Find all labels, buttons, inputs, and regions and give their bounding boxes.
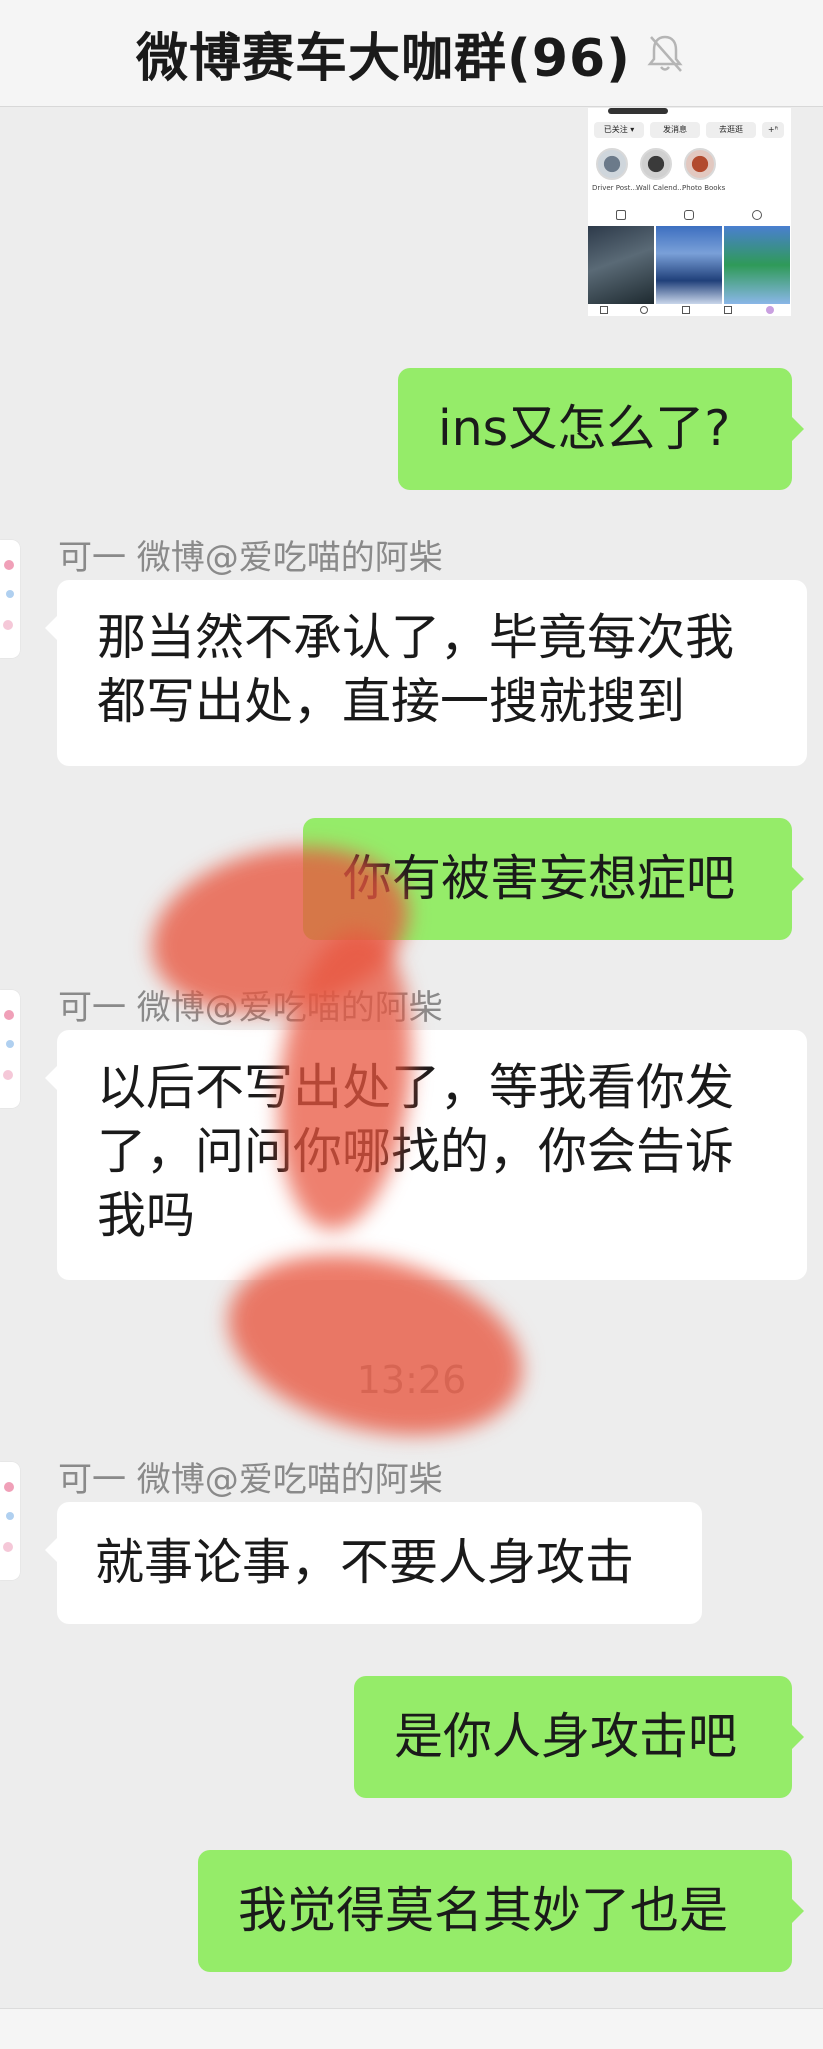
bell-muted-icon [647, 35, 683, 72]
shared-image-message[interactable]: 已关注 ▾ 发消息 去逛逛 +ᴿ Driver Post... Wall Cal… [588, 108, 791, 316]
highlight-driver-icon [596, 148, 628, 180]
bottom-nav [588, 304, 791, 316]
sender-name: 可一 微博@爱吃喵的阿柴 [58, 1460, 443, 1500]
reels-icon [684, 210, 694, 220]
photo-grid [588, 226, 791, 304]
message-text: 我觉得莫名其妙了也是 [238, 1882, 729, 1939]
highlight-label: Photo Books [682, 184, 726, 192]
profile-avatar-icon [766, 306, 774, 314]
highlight-photobooks-icon [684, 148, 716, 180]
outgoing-message-bubble[interactable]: ins又怎么了? [398, 368, 804, 490]
message-text: 那当然不承认了，毕竟每次我都写出处，直接一搜就搜到 [97, 609, 735, 730]
sender-name: 可一 微博@爱吃喵的阿柴 [58, 988, 443, 1028]
visit-button: 去逛逛 [706, 122, 756, 138]
shop-icon [724, 306, 732, 314]
profile-name-bar [608, 108, 668, 114]
grid-icon [616, 210, 626, 220]
incoming-message-bubble[interactable]: 那当然不承认了，毕竟每次我都写出处，直接一搜就搜到 [45, 580, 807, 766]
message-button: 发消息 [650, 122, 700, 138]
tagged-icon [752, 210, 762, 220]
message-text: 是你人身攻击吧 [394, 1708, 738, 1765]
message-text: 你有被害妄想症吧 [343, 850, 736, 907]
avatar[interactable] [0, 1462, 20, 1580]
search-icon [640, 306, 648, 314]
timestamp: 13:26 [356, 1358, 467, 1402]
message-text: ins又怎么了? [438, 400, 731, 457]
message-text: 以后不写出处了，等我看你发了，问问你哪找的，你会告诉我吗 [97, 1059, 735, 1244]
photo-thumb [656, 226, 722, 304]
photo-thumb [588, 226, 654, 304]
avatar[interactable] [0, 540, 20, 658]
home-icon [600, 306, 608, 314]
add-icon [682, 306, 690, 314]
sender-name: 可一 微博@爱吃喵的阿柴 [58, 538, 443, 578]
input-bar[interactable] [0, 2008, 823, 2049]
chat-header: 微博赛车大咖群(96) [0, 0, 823, 107]
add-friend-button: +ᴿ [762, 122, 784, 138]
highlight-label: Wall Calend... [636, 184, 684, 192]
highlight-label: Driver Post... [592, 184, 638, 192]
outgoing-message-bubble[interactable]: 你有被害妄想症吧 [303, 818, 804, 940]
message-text: 就事论事，不要人身攻击 [95, 1534, 635, 1591]
avatar[interactable] [0, 990, 20, 1108]
highlight-calendar-icon [640, 148, 672, 180]
following-button: 已关注 ▾ [594, 122, 644, 138]
incoming-message-bubble[interactable]: 以后不写出处了，等我看你发了，问问你哪找的，你会告诉我吗 [45, 1030, 807, 1280]
outgoing-message-bubble[interactable]: 是你人身攻击吧 [354, 1676, 804, 1798]
photo-thumb [724, 226, 790, 304]
outgoing-message-bubble[interactable]: 我觉得莫名其妙了也是 [198, 1850, 804, 1972]
chat-title: 微博赛车大咖群(96) [136, 28, 631, 89]
incoming-message-bubble[interactable]: 就事论事，不要人身攻击 [45, 1502, 702, 1624]
profile-tabbar [588, 206, 791, 224]
